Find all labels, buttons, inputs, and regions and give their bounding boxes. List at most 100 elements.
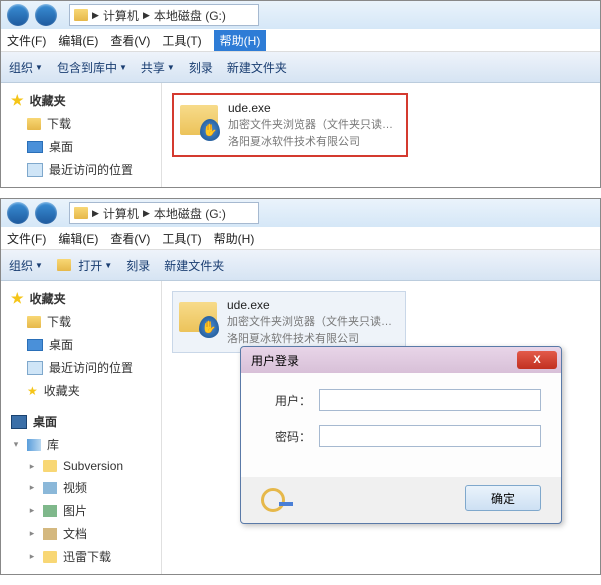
menu-bar: 文件(F) 编辑(E) 查看(V) 工具(T) 帮助(H) [1,227,600,250]
sidebar-favorites[interactable]: ★收藏夹 [1,287,161,310]
include-library-button[interactable]: 包含到库中▼ [57,59,127,76]
chevron-down-icon: ▼ [167,63,175,72]
menu-view[interactable]: 查看(V) [110,32,150,49]
menu-file[interactable]: 文件(F) [7,230,46,247]
file-description: 加密文件夹浏览器（文件夹只读… [228,116,393,132]
sidebar-downloads[interactable]: 下载 [1,310,161,333]
toolbar: 组织▼ 打开▼ 刻录 新建文件夹 [1,250,600,281]
expand-icon[interactable]: ▸ [27,482,37,493]
password-row: 密码： [261,425,541,447]
sidebar-desktop-section[interactable]: 桌面 [1,410,161,433]
file-company: 洛阳夏冰软件技术有限公司 [227,330,392,346]
menu-edit[interactable]: 编辑(E) [58,32,98,49]
new-folder-button[interactable]: 新建文件夹 [164,257,224,274]
sidebar-downloads[interactable]: 下载 [1,112,161,135]
dialog-titlebar[interactable]: 用户登录 X [241,347,561,373]
expand-icon[interactable]: ▸ [27,505,37,516]
breadcrumb-computer[interactable]: 计算机 [103,205,139,222]
key-icon [261,486,293,510]
menu-view[interactable]: 查看(V) [110,230,150,247]
sidebar-pictures[interactable]: ▸图片 [1,499,161,522]
sidebar-libraries[interactable]: ▾库 [1,433,161,456]
password-input[interactable] [319,425,541,447]
recent-icon [27,361,43,375]
file-icon: ✋ [179,298,219,338]
sidebar-recent[interactable]: 最近访问的位置 [1,356,161,379]
folder-icon [74,207,88,219]
password-label: 密码： [261,428,311,445]
breadcrumb-disk[interactable]: 本地磁盘 (G:) [154,205,226,222]
breadcrumb-disk[interactable]: 本地磁盘 (G:) [154,7,226,24]
menu-tools[interactable]: 工具(T) [162,230,201,247]
collapse-icon[interactable]: ▾ [11,439,21,450]
sidebar: ★收藏夹 下载 桌面 最近访问的位置 ★收藏夹 桌面 ▾库 ▸Subversio… [1,281,162,574]
new-folder-button[interactable]: 新建文件夹 [227,59,287,76]
star-icon: ★ [11,290,24,307]
back-button[interactable] [7,4,29,26]
menu-bar: 文件(F) 编辑(E) 查看(V) 工具(T) 帮助(H) [1,29,600,52]
organize-button[interactable]: 组织▼ [9,59,43,76]
menu-help[interactable]: 帮助(H) [214,230,255,247]
file-pane[interactable]: ✋ ude.exe 加密文件夹浏览器（文件夹只读… 洛阳夏冰软件技术有限公司 [162,83,600,187]
dialog-footer: 确定 [241,477,561,523]
folder-icon [43,460,57,472]
sidebar-videos[interactable]: ▸视频 [1,476,161,499]
sidebar-documents[interactable]: ▸文档 [1,522,161,545]
sidebar-favorites-2[interactable]: ★收藏夹 [1,379,161,402]
forward-button[interactable] [35,4,57,26]
shield-icon: ✋ [200,119,220,141]
burn-button[interactable]: 刻录 [126,257,150,274]
library-icon [27,439,41,451]
folder-icon [27,118,41,130]
close-button[interactable]: X [517,351,557,369]
recent-icon [27,163,43,177]
file-item-ude[interactable]: ✋ ude.exe 加密文件夹浏览器（文件夹只读… 洛阳夏冰软件技术有限公司 [172,93,408,157]
sidebar-desktop[interactable]: 桌面 [1,333,161,356]
folder-icon [74,9,88,21]
breadcrumb-computer[interactable]: 计算机 [103,7,139,24]
ok-button[interactable]: 确定 [465,485,541,511]
user-input[interactable] [319,389,541,411]
chevron-right-icon: ▶ [92,10,99,21]
organize-button[interactable]: 组织▼ [9,257,43,274]
expand-icon[interactable]: ▸ [27,551,37,562]
titlebar: ▶ 计算机 ▶ 本地磁盘 (G:) [1,1,600,29]
toolbar: 组织▼ 包含到库中▼ 共享▼ 刻录 新建文件夹 [1,52,600,83]
video-icon [43,482,57,494]
sidebar-favorites[interactable]: ★收藏夹 [1,89,161,112]
menu-tools[interactable]: 工具(T) [162,32,201,49]
expand-icon[interactable]: ▸ [27,528,37,539]
file-name: ude.exe [228,101,393,115]
sidebar: ★收藏夹 下载 桌面 最近访问的位置 [1,83,162,187]
menu-file[interactable]: 文件(F) [7,32,46,49]
chevron-down-icon: ▼ [35,261,43,270]
open-button[interactable]: 打开▼ [57,257,112,274]
sidebar-xunlei[interactable]: ▸迅雷下载 [1,545,161,568]
menu-help[interactable]: 帮助(H) [214,30,267,51]
desktop-icon [27,339,43,351]
file-item-ude[interactable]: ✋ ude.exe 加密文件夹浏览器（文件夹只读… 洛阳夏冰软件技术有限公司 [172,291,406,353]
burn-button[interactable]: 刻录 [189,59,213,76]
share-button[interactable]: 共享▼ [141,59,175,76]
menu-edit[interactable]: 编辑(E) [58,230,98,247]
sidebar-recent[interactable]: 最近访问的位置 [1,158,161,181]
folder-icon [43,551,57,563]
forward-button[interactable] [35,202,57,224]
sidebar-subversion[interactable]: ▸Subversion [1,456,161,476]
breadcrumb[interactable]: ▶ 计算机 ▶ 本地磁盘 (G:) [69,4,259,26]
login-dialog: 用户登录 X 用户： 密码： 确定 [240,346,562,524]
expand-icon[interactable]: ▸ [27,461,37,472]
breadcrumb[interactable]: ▶ 计算机 ▶ 本地磁盘 (G:) [69,202,259,224]
file-description: 加密文件夹浏览器（文件夹只读… [227,313,392,329]
titlebar: ▶ 计算机 ▶ 本地磁盘 (G:) [1,199,600,227]
chevron-right-icon: ▶ [143,10,150,21]
user-row: 用户： [261,389,541,411]
folder-icon [27,316,41,328]
sidebar-desktop[interactable]: 桌面 [1,135,161,158]
back-button[interactable] [7,202,29,224]
chevron-right-icon: ▶ [143,208,150,219]
picture-icon [43,505,57,517]
dialog-body: 用户： 密码： [241,373,561,477]
chevron-down-icon: ▼ [104,261,112,270]
file-icon: ✋ [180,101,220,141]
